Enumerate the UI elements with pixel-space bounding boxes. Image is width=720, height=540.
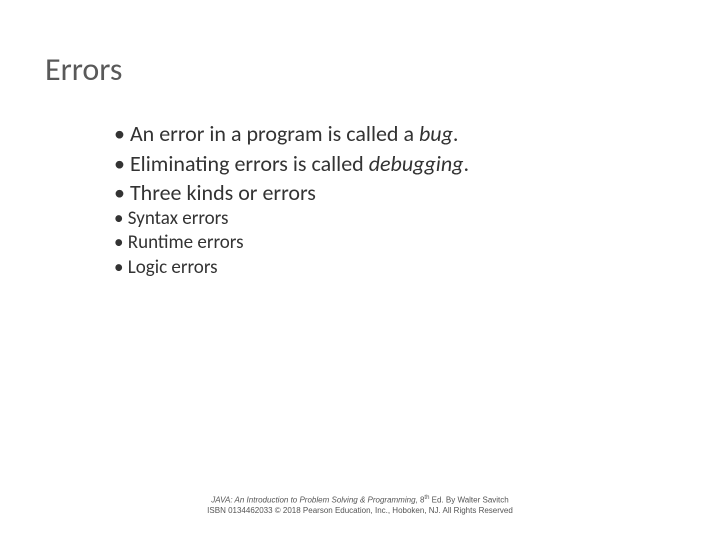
- sub-bullet-list: Syntax errors Runtime errors Logic error…: [114, 207, 674, 280]
- bullet-1-em: bug: [419, 120, 453, 147]
- bullet-2-post: .: [463, 150, 469, 177]
- bullet-1-pre: An error in a program is called a: [130, 120, 419, 147]
- footer-book-title: JAVA: An Introduction to Problem Solving…: [211, 495, 415, 504]
- sub-bullet-1: Syntax errors: [114, 207, 674, 231]
- slide: Errors An error in a program is called a…: [0, 0, 720, 540]
- sub-bullet-3: Logic errors: [114, 256, 674, 280]
- footer-ed-post: Ed. By Walter Savitch: [429, 495, 508, 504]
- bullet-list: An error in a program is called a bug. E…: [114, 120, 674, 280]
- bullet-3-text: Three kinds or errors: [130, 179, 316, 206]
- footer-line-2: ISBN 0134462033 © 2018 Pearson Education…: [0, 506, 720, 516]
- bullet-2: Eliminating errors is called debugging.: [114, 150, 674, 178]
- bullet-2-pre: Eliminating errors is called: [130, 150, 369, 177]
- sub-bullet-2: Runtime errors: [114, 231, 674, 255]
- bullet-3: Three kinds or errors Syntax errors Runt…: [114, 179, 674, 280]
- slide-title: Errors: [45, 50, 122, 89]
- slide-body: An error in a program is called a bug. E…: [114, 120, 674, 282]
- bullet-1: An error in a program is called a bug.: [114, 120, 674, 148]
- slide-footer: JAVA: An Introduction to Problem Solving…: [0, 495, 720, 516]
- footer-line-1: JAVA: An Introduction to Problem Solving…: [0, 495, 720, 506]
- bullet-1-post: .: [453, 120, 459, 147]
- bullet-2-em: debugging: [369, 150, 464, 177]
